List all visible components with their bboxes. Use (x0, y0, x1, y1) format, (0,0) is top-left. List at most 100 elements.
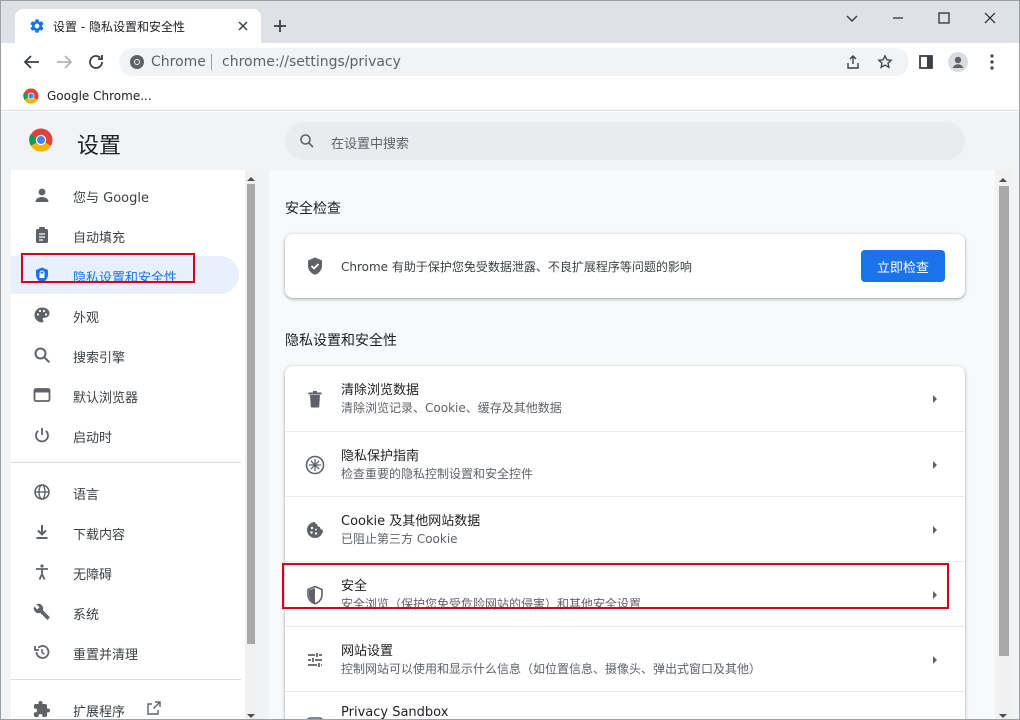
main-content: 安全检查 Chrome 有助于保护您免受数据泄露、不良扩展程序等问题的影响 立即… (269, 170, 995, 720)
section-title-safety-check: 安全检查 (285, 201, 341, 217)
download-icon (33, 523, 51, 541)
main-scrollbar[interactable] (997, 170, 1011, 719)
bookmark-label: Google Chrome... (47, 89, 152, 103)
close-window-icon[interactable] (979, 7, 1001, 29)
scroll-up-icon[interactable] (999, 173, 1007, 182)
chevron-right-icon (931, 393, 939, 405)
row-subtitle: 检查重要的隐私控制设置和安全控件 (341, 467, 534, 481)
row-subtitle: 清除浏览记录、Cookie、缓存及其他数据 (341, 401, 562, 415)
row-title: Cookie 及其他网站数据 (341, 514, 481, 529)
settings-search[interactable]: 在设置中搜索 (285, 122, 965, 160)
chrome-icon (129, 54, 145, 70)
sidebar-item-default-browser[interactable]: 默认浏览器 (11, 376, 239, 414)
gear-icon (29, 18, 45, 34)
search-icon (33, 346, 51, 364)
page-title: 设置 (77, 134, 122, 159)
sidebar-item-accessibility[interactable]: 无障碍 (11, 553, 239, 591)
search-input[interactable]: 在设置中搜索 (331, 133, 409, 152)
search-icon (299, 133, 315, 149)
tune-icon (305, 650, 325, 670)
close-tab-icon[interactable] (235, 18, 251, 34)
row-title: Privacy Sandbox (341, 705, 449, 720)
bookmark-google-chrome[interactable]: Google Chrome... (23, 86, 152, 106)
profile-avatar-icon[interactable] (947, 51, 969, 73)
sidebar-item-extensions[interactable]: 扩展程序 (11, 690, 239, 719)
toolbar: Chrome chrome://settings/privacy (1, 43, 1019, 81)
compass-icon (305, 455, 325, 475)
sidebar-scroll-thumb[interactable] (247, 184, 255, 644)
sidebar-item-label: 系统 (73, 608, 100, 623)
check-now-button[interactable]: 立即检查 (861, 250, 945, 282)
row-clear-browsing-data[interactable]: 清除浏览数据 清除浏览记录、Cookie、缓存及其他数据 (285, 366, 965, 431)
omnibox-url[interactable]: chrome://settings/privacy (222, 54, 401, 70)
row-title: 隐私保护指南 (341, 449, 420, 464)
share-icon[interactable] (845, 54, 861, 70)
omnibox-host: Chrome (151, 54, 206, 70)
new-tab-icon[interactable] (271, 17, 289, 35)
bookmark-star-icon[interactable] (877, 54, 893, 70)
sidebar-item-label: 默认浏览器 (73, 391, 139, 406)
sidebar-item-label: 下载内容 (73, 528, 126, 543)
sidebar-item-appearance[interactable]: 外观 (11, 296, 239, 334)
sidebar-item-downloads[interactable]: 下载内容 (11, 513, 239, 551)
tab-strip: 设置 - 隐私设置和安全性 (1, 1, 1019, 43)
tab-settings[interactable]: 设置 - 隐私设置和安全性 (15, 9, 261, 43)
minimize-icon[interactable] (887, 7, 909, 29)
bookmarks-bar: Google Chrome... (1, 81, 1019, 111)
sidebar-item-label: 您与 Google (73, 191, 149, 206)
browser-window: 设置 - 隐私设置和安全性 Chrome chrome://settings/p… (0, 0, 1020, 720)
settings-page: 设置 在设置中搜索 您与 Google 自动填充 隐私设置和安全性 外观 搜索引… (1, 112, 1019, 720)
row-subtitle: 控制网站可以使用和显示什么信息（如位置信息、摄像头、弹出式窗口及其他） (341, 662, 762, 676)
chevron-right-icon (931, 524, 939, 536)
more-menu-icon[interactable] (981, 51, 1003, 73)
sidebar-item-label: 语言 (73, 488, 100, 503)
omnibox-separator (211, 54, 212, 70)
highlight-box-privacy (21, 253, 195, 283)
chevron-right-icon (931, 654, 939, 666)
row-site-settings[interactable]: 网站设置 控制网站可以使用和显示什么信息（如位置信息、摄像头、弹出式窗口及其他） (285, 626, 965, 691)
forward-icon[interactable] (53, 51, 75, 73)
sidebar-item-label: 无障碍 (73, 568, 113, 583)
sidebar-item-label: 外观 (73, 311, 100, 326)
chrome-logo-icon (29, 128, 53, 152)
sidebar-item-label: 搜索引擎 (73, 351, 126, 366)
extension-icon (33, 700, 51, 718)
clipboard-icon (33, 226, 51, 244)
shield-icon (305, 256, 325, 276)
sidebar-item-reset[interactable]: 重置并清理 (11, 633, 239, 671)
scroll-up-icon[interactable] (247, 172, 255, 181)
row-privacy-guide[interactable]: 隐私保护指南 检查重要的隐私控制设置和安全控件 (285, 431, 965, 496)
sidebar-item-you-and-google[interactable]: 您与 Google (11, 176, 239, 214)
sidebar-item-search-engine[interactable]: 搜索引擎 (11, 336, 239, 374)
person-icon (33, 186, 51, 204)
sidebar-divider (11, 679, 241, 680)
row-subtitle: 已阻止第三方 Cookie (341, 532, 458, 546)
maximize-icon[interactable] (933, 7, 955, 29)
main-scroll-thumb[interactable] (999, 186, 1009, 656)
sidebar-scrollbar[interactable] (245, 170, 257, 719)
scroll-down-icon[interactable] (999, 709, 1007, 718)
sidebar-item-label: 自动填充 (73, 231, 126, 246)
accessibility-icon (33, 563, 51, 581)
globe-icon (33, 483, 51, 501)
section-title-privacy: 隐私设置和安全性 (285, 333, 397, 349)
sidebar-item-system[interactable]: 系统 (11, 593, 239, 631)
back-icon[interactable] (21, 51, 43, 73)
tab-search-chevron-icon[interactable] (841, 7, 863, 29)
address-bar[interactable]: Chrome chrome://settings/privacy (119, 48, 909, 76)
open-in-new-icon (147, 701, 161, 715)
sidebar-item-autofill[interactable]: 自动填充 (11, 216, 239, 254)
scroll-down-icon[interactable] (247, 709, 255, 718)
side-panel-icon[interactable] (915, 51, 937, 73)
sidebar-item-on-startup[interactable]: 启动时 (11, 416, 239, 454)
row-title: 网站设置 (341, 644, 394, 659)
chevron-right-icon (931, 459, 939, 471)
reload-icon[interactable] (85, 51, 107, 73)
row-cookies[interactable]: Cookie 及其他网站数据 已阻止第三方 Cookie (285, 496, 965, 561)
row-privacy-sandbox[interactable]: Privacy Sandbox (285, 691, 965, 720)
sidebar-item-languages[interactable]: 语言 (11, 473, 239, 511)
safety-check-text: Chrome 有助于保护您免受数据泄露、不良扩展程序等问题的影响 (341, 260, 692, 274)
power-icon (33, 426, 51, 444)
browser-icon (33, 386, 51, 404)
highlight-box-security (282, 563, 949, 609)
